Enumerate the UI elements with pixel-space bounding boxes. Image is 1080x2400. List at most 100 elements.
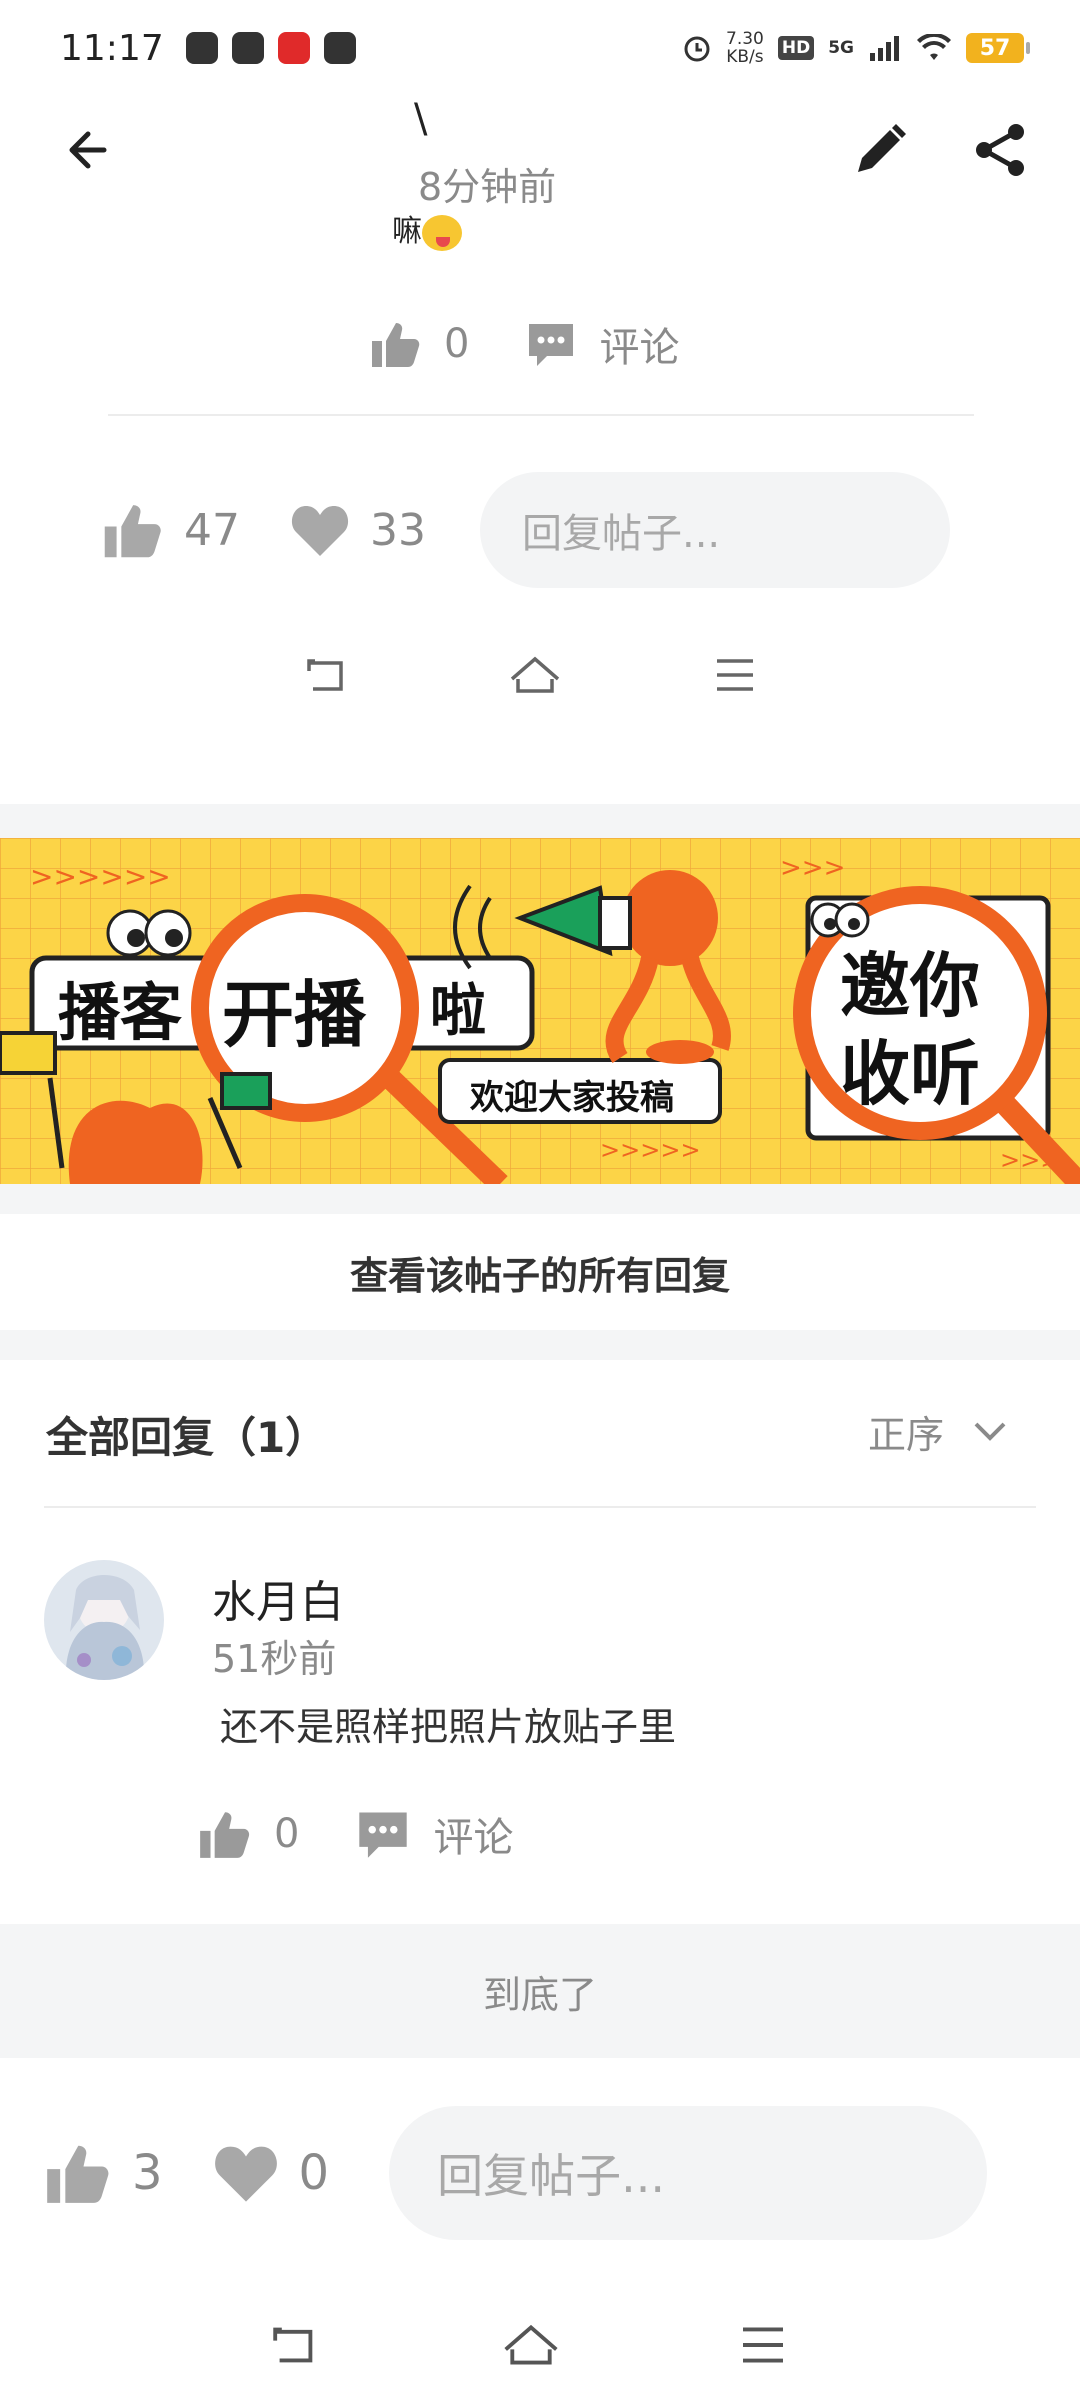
inner-nav-bar — [0, 630, 1080, 720]
banner-text-right-2: 收听 — [840, 1033, 980, 1115]
like-count: 3 — [132, 2145, 163, 2201]
post-actions: 0 评论 — [368, 306, 679, 382]
system-home-button[interactable] — [496, 2310, 566, 2380]
thumbs-up-icon — [200, 1812, 250, 1858]
svg-text:>>>>>>: >>>>>> — [30, 860, 171, 893]
author-avatar[interactable] — [246, 96, 366, 214]
inner-like-count: 47 — [184, 504, 240, 556]
system-nav-bar — [0, 2290, 1080, 2400]
banner-text-2: 啦 — [430, 979, 486, 1044]
nav-home-button[interactable] — [500, 640, 570, 710]
net-speed: 7.30 KB/s — [726, 30, 764, 66]
nav-back-button[interactable] — [292, 640, 362, 710]
divider — [108, 414, 974, 416]
menu-icon — [743, 2327, 783, 2363]
reply-item: 水月白 51秒前 还不是照样把照片放贴子里 0 评论 — [0, 1508, 1080, 1924]
end-of-list: 到底了 — [0, 1924, 1080, 2058]
banner-text-highlight: 开播 — [222, 973, 367, 1057]
thumbs-up-icon — [372, 323, 420, 367]
yum-emoji-icon — [422, 214, 462, 251]
inner-reply-bar: 47 33 回复帖子... — [100, 470, 980, 590]
app-notification-icon — [277, 32, 310, 64]
app-notification-icon — [185, 32, 218, 64]
chevron-down-icon — [974, 1422, 1006, 1441]
replies-title: 全部回复（1） — [46, 1413, 328, 1462]
sort-label: 正序 — [868, 1413, 945, 1457]
inner-like-button[interactable]: 47 — [100, 498, 240, 562]
net-speed-unit: KB/s — [726, 47, 764, 67]
status-time: 11:17 — [60, 27, 164, 69]
like-button[interactable]: 3 — [42, 2138, 163, 2208]
share-button[interactable] — [960, 110, 1040, 190]
pencil-icon — [858, 124, 906, 172]
comment-icon — [359, 1812, 408, 1858]
thumbs-up-icon — [47, 2145, 109, 2203]
reply-comment-button[interactable]: 评论 — [355, 1805, 513, 1863]
return-icon — [307, 659, 343, 691]
net-speed-value: 7.30 — [726, 29, 764, 49]
battery-indicator: 57 — [966, 33, 1030, 63]
reply-comment-label: 评论 — [433, 1815, 514, 1861]
menu-icon — [717, 659, 753, 691]
section-gap — [0, 1330, 1080, 1360]
edit-button[interactable] — [840, 110, 920, 190]
alarm-icon — [684, 36, 710, 62]
system-back-button[interactable] — [260, 2310, 330, 2380]
avatar-image — [44, 1560, 164, 1680]
sort-button[interactable]: 正序 — [868, 1404, 1008, 1459]
reply-like-count: 0 — [274, 1811, 300, 1857]
home-icon — [504, 2324, 558, 2365]
return-icon — [273, 2327, 313, 2363]
status-indicators: 7.30 KB/s HD 5G 57 — [682, 30, 1030, 66]
share-icon — [976, 124, 1024, 176]
avatar[interactable] — [44, 1560, 164, 1680]
reply-input[interactable]: 回复帖子... — [389, 2106, 988, 2240]
post-like-count: 0 — [444, 321, 470, 367]
inner-favorite-button[interactable]: 33 — [290, 502, 426, 558]
banner-text-1: 播客 — [58, 976, 183, 1049]
section-gap — [0, 804, 1080, 840]
replies-header: 全部回复（1） 正序 — [0, 1360, 1080, 1508]
podcast-banner[interactable]: >>>>>> >>> >>>>> >>> 播客 开播 啦 欢迎大家投稿 邀你 收… — [0, 838, 1080, 1184]
system-menu-button[interactable] — [728, 2310, 798, 2380]
post-text-content: 嘛 — [392, 214, 422, 249]
post-like-button[interactable]: 0 — [368, 317, 469, 371]
hd-badge: HD — [777, 36, 815, 60]
author-name[interactable]: \ — [414, 96, 427, 142]
nav-menu-button[interactable] — [700, 640, 770, 710]
post-time: 8分钟前 — [418, 165, 557, 209]
thumbs-up-icon — [104, 505, 161, 558]
wifi-icon — [917, 34, 951, 60]
view-all-replies-link[interactable]: 查看该帖子的所有回复 — [0, 1214, 1080, 1330]
signal-icon — [870, 36, 899, 61]
status-bar: 11:17 7.30 KB/s HD 5G 57 — [0, 0, 1080, 96]
reply-author-name[interactable]: 水月白 — [212, 1566, 344, 1630]
banner-text-right-1: 邀你 — [840, 945, 980, 1027]
comment-icon — [529, 324, 574, 366]
notification-icons — [185, 32, 356, 64]
app-bar: \ 8分钟前 — [0, 96, 1080, 214]
reply-time: 51秒前 — [212, 1637, 337, 1681]
app-notification-icon — [231, 32, 264, 64]
home-icon — [510, 656, 560, 693]
inner-reply-input[interactable]: 回复帖子... — [480, 472, 950, 588]
bottom-reply-bar: 3 0 回复帖子... — [0, 2058, 1080, 2278]
banner-subtitle: 欢迎大家投稿 — [470, 1078, 674, 1118]
post-comment-button[interactable]: 评论 — [525, 315, 679, 373]
heart-icon — [291, 506, 349, 556]
back-button[interactable] — [44, 110, 124, 190]
inner-favorite-count: 33 — [370, 504, 426, 556]
arrow-left-icon — [69, 131, 107, 169]
reply-actions: 0 评论 — [196, 1792, 513, 1876]
section-gap — [0, 1184, 1080, 1214]
svg-text:>>>>>: >>>>> — [600, 1136, 701, 1164]
favorite-button[interactable]: 0 — [213, 2142, 330, 2204]
reply-like-button[interactable]: 0 — [196, 1806, 299, 1862]
heart-icon — [214, 2146, 277, 2202]
app-notification-icon — [323, 32, 356, 64]
post-comment-label: 评论 — [599, 325, 680, 371]
network-type: 5G — [828, 38, 854, 58]
svg-text:>>>: >>> — [780, 853, 845, 883]
favorite-count: 0 — [298, 2145, 330, 2201]
reply-text: 还不是照样把照片放贴子里 — [220, 1705, 677, 1749]
